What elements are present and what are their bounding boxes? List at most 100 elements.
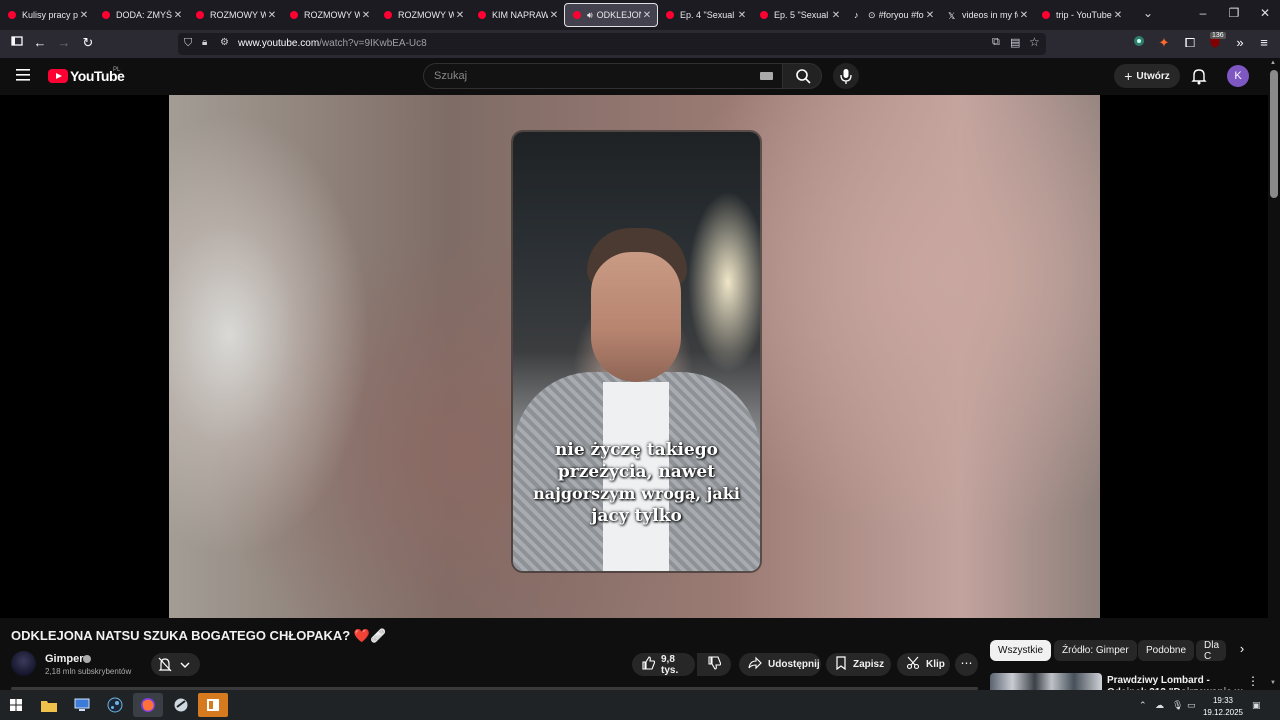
tray-overflow-chevron-icon[interactable]: ⌃ [1139,700,1147,711]
taskbar-clock-time[interactable]: 19:33 [1208,696,1238,705]
file-explorer-icon[interactable] [34,693,64,717]
bookmark-star-icon[interactable]: ☆ [1029,35,1040,49]
steam-icon[interactable] [100,693,130,717]
tab-close-icon[interactable]: ✕ [830,10,842,21]
create-button[interactable]: + Utwórz [1114,64,1180,88]
tab-close-icon[interactable]: ✕ [924,10,936,21]
vpn-extension-icon[interactable] [1130,35,1148,50]
scroll-down-icon[interactable]: ▼ [1270,680,1276,686]
forward-icon[interactable]: → [55,35,73,50]
minimize-icon[interactable]: – [1188,6,1218,20]
taskbar-clock-date[interactable]: 19.12.2025 [1202,708,1244,717]
chip-similar[interactable]: Podobne [1138,640,1195,661]
app-menu-icon[interactable]: ≡ [1255,35,1273,50]
scroll-up-icon[interactable]: ▲ [1270,60,1276,66]
browser-tab[interactable]: ROZMOWY W T✕ [188,2,282,28]
browser-tab-label: ODKLEJONA [596,10,641,20]
youtube-play-icon [48,69,68,83]
notifications-center-icon[interactable]: ▣ [1252,700,1261,711]
subscribed-notifications-button[interactable] [151,653,200,676]
browser-tab-label: DODA: ZMYŚLO [116,10,172,20]
reader-view-icon[interactable]: ▤ [1010,36,1020,49]
browser-tab[interactable]: ♪ ⊙ #foryou #fo ✕ [846,2,940,28]
tab-close-icon[interactable]: ✕ [1018,10,1030,21]
windows-start-icon[interactable] [1,693,31,717]
lock-icon[interactable]: 🔒︎ [202,37,207,48]
restore-icon[interactable]: ❐ [1219,6,1249,20]
more-actions-icon[interactable]: ⋯ [955,653,978,676]
chip-source[interactable]: Źródło: Gimper [1054,640,1137,661]
recommended-menu-icon[interactable]: ⋮ [1247,674,1259,688]
video-player[interactable]: nie życzę takiego przeżycia, nawet najgo… [0,95,1268,618]
vpn-shield-app-icon[interactable] [166,693,196,717]
chip-for-you[interactable]: Dla C [1196,640,1226,661]
picture-in-picture-icon[interactable]: ⧉ [992,36,1000,49]
tab-close-icon[interactable]: ✕ [266,10,278,21]
back-icon[interactable]: ← [31,35,49,50]
channel-name[interactable]: Gimper [45,653,84,665]
firefox-icon[interactable] [133,693,163,717]
tracking-shield-icon[interactable]: ⛉ [184,37,192,50]
save-button[interactable]: Zapisz [826,653,891,676]
browser-tab[interactable]: 𝕏videos in my fol ✕ [940,2,1034,28]
tab-close-icon[interactable]: ✕ [736,10,748,21]
youtube-masthead: YouTube PL + Utwórz K [0,58,1280,95]
chips-next-chevron-icon[interactable]: › [1233,641,1251,656]
sidebar-toggle-icon[interactable] [8,35,26,50]
permissions-icon[interactable]: ⚙︎ [220,37,229,48]
reload-icon[interactable]: ↻ [79,35,97,51]
tab-list-chevron-icon[interactable]: ⌄ [1133,6,1163,20]
browser-tab[interactable]: DODA: ZMYŚLO✕ [94,2,188,28]
subtitle-line: najgorszym wrogą, jaki [533,484,740,503]
dislike-button[interactable] [697,653,731,676]
scrollbar-thumb[interactable] [1270,70,1278,198]
extensions-puzzle-icon[interactable]: ⧠ [1181,35,1199,51]
account-avatar[interactable]: K [1227,65,1249,87]
tiktok-icon: ♪ [854,10,859,20]
url-text[interactable]: www.youtube.com/watch?v=9IKwbEA-Uc8 [238,38,427,49]
chip-all[interactable]: Wszystkie [990,640,1051,661]
voice-search-button[interactable] [833,63,859,89]
browser-tab[interactable]: KIM NAPRAWDĘ✕ [470,2,564,28]
firefox-extension-icon[interactable]: ✦ [1155,35,1173,51]
tab-close-icon[interactable]: ✕ [1112,10,1124,21]
network-icon[interactable]: ▭ [1187,700,1196,711]
share-label: Udostępnij [768,659,820,670]
notifications-bell-icon[interactable] [1190,67,1208,85]
browser-tab[interactable]: 🔊︎ODKLEJONA✕ [564,3,658,27]
plus-icon: + [1124,68,1133,84]
search-button[interactable] [782,63,822,89]
clip-button[interactable]: Klip [897,653,950,676]
guide-menu-icon[interactable] [16,68,32,87]
browser-tab[interactable]: Ep. 5 "Sexual Be✕ [752,2,846,28]
tab-close-icon[interactable]: ✕ [454,10,466,21]
like-button[interactable]: 9,8 tys. [632,653,695,676]
overflow-chevrons-icon[interactable]: » [1231,35,1249,50]
tab-close-icon[interactable]: ✕ [641,10,653,21]
share-arrow-icon [748,656,762,673]
onedrive-cloud-icon[interactable]: ☁ [1155,700,1164,711]
close-window-icon[interactable]: ✕ [1250,6,1280,20]
page-scrollbar[interactable]: ▲ ▼ [1268,58,1280,690]
share-button[interactable]: Udostępnij [739,653,821,676]
youtube-icon [666,11,674,19]
browser-tab[interactable]: ROZMOWY W T✕ [376,2,470,28]
channel-avatar[interactable] [11,651,36,676]
tab-close-icon[interactable]: ✕ [172,10,184,21]
tab-close-icon[interactable]: ✕ [548,10,560,21]
search-input[interactable] [423,63,783,89]
notes-app-icon[interactable] [198,693,228,717]
tab-audio-speaker-icon[interactable]: 🔊︎ [587,10,593,21]
browser-tab[interactable]: trip - YouTube ✕ [1034,2,1128,28]
tab-close-icon[interactable]: ✕ [360,10,372,21]
url-bar[interactable]: ⛉ 🔒︎ ⚙︎ www.youtube.com/watch?v=9IKwbEA-… [178,33,1046,55]
pc-monitor-icon[interactable] [67,693,97,717]
browser-tab[interactable]: ROZMOWY W T✕ [282,2,376,28]
browser-tab-label: ROZMOWY W T [210,10,266,20]
browser-tab[interactable]: Kulisy pracy prz✕ [0,2,94,28]
browser-tab[interactable]: Ep. 4 "Sexual Be✕ [658,2,752,28]
browser-tab-label: videos in my fol [962,10,1018,20]
tab-close-icon[interactable]: ✕ [78,10,90,21]
microphone-tray-icon[interactable]: 🎙︎ [1172,700,1183,711]
keyboard-icon[interactable] [760,72,773,80]
